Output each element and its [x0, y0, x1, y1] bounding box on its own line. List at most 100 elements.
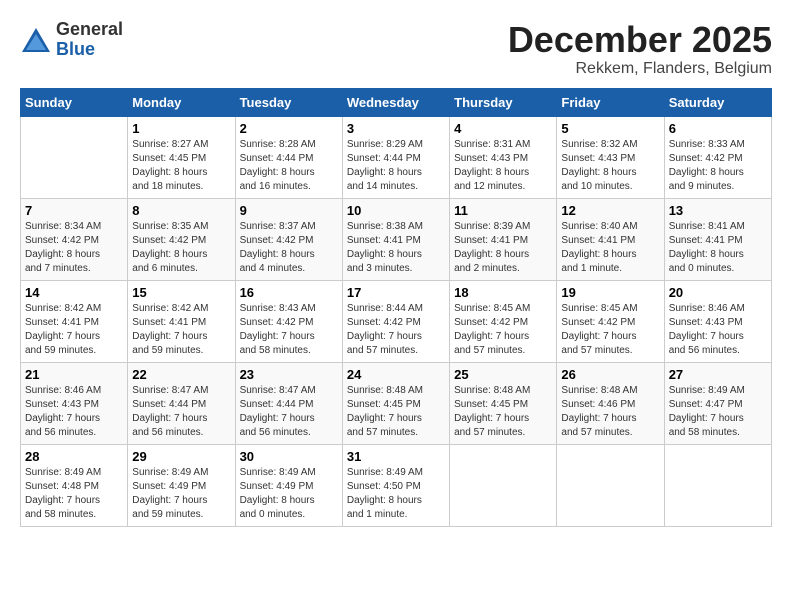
- calendar-cell: 27 Sunrise: 8:49 AM Sunset: 4:47 PM Dayli…: [664, 362, 771, 444]
- day-details: Sunrise: 8:48 AM Sunset: 4:45 PM Dayligh…: [347, 384, 445, 440]
- day-details: Sunrise: 8:47 AM Sunset: 4:44 PM Dayligh…: [240, 384, 338, 440]
- calendar-cell: 31 Sunrise: 8:49 AM Sunset: 4:50 PM Dayli…: [342, 444, 449, 526]
- calendar-cell: 13Sunrise: 8:41 AM Sunset: 4:41 PM Dayli…: [664, 198, 771, 280]
- day-number: 29: [132, 449, 230, 464]
- day-number: 2: [240, 121, 338, 136]
- calendar-cell: 16 Sunrise: 8:43 AM Sunset: 4:42 PM Dayli…: [235, 280, 342, 362]
- day-number: 31: [347, 449, 445, 464]
- day-details: Sunrise: 8:46 AM Sunset: 4:43 PM Dayligh…: [669, 302, 767, 358]
- calendar-table: SundayMondayTuesdayWednesdayThursdayFrid…: [20, 88, 772, 527]
- logo-icon: [20, 26, 52, 54]
- day-number: 13: [669, 203, 767, 218]
- calendar-week-4: 21 Sunrise: 8:46 AM Sunset: 4:43 PM Dayli…: [21, 362, 772, 444]
- calendar-cell: 22 Sunrise: 8:47 AM Sunset: 4:44 PM Dayli…: [128, 362, 235, 444]
- header-day-friday: Friday: [557, 88, 664, 116]
- day-details: Sunrise: 8:42 AM Sunset: 4:41 PM Dayligh…: [132, 302, 230, 358]
- calendar-week-2: 7 Sunrise: 8:34 AM Sunset: 4:42 PM Daylig…: [21, 198, 772, 280]
- day-number: 30: [240, 449, 338, 464]
- calendar-cell: 30Sunrise: 8:49 AM Sunset: 4:49 PM Dayli…: [235, 444, 342, 526]
- header-row: SundayMondayTuesdayWednesdayThursdayFrid…: [21, 88, 772, 116]
- day-number: 27: [669, 367, 767, 382]
- day-number: 8: [132, 203, 230, 218]
- calendar-cell: [21, 116, 128, 198]
- day-details: Sunrise: 8:49 AM Sunset: 4:47 PM Dayligh…: [669, 384, 767, 440]
- day-number: 4: [454, 121, 552, 136]
- day-number: 28: [25, 449, 123, 464]
- calendar-cell: 26Sunrise: 8:48 AM Sunset: 4:46 PM Dayli…: [557, 362, 664, 444]
- calendar-cell: 4 Sunrise: 8:31 AM Sunset: 4:43 PM Daylig…: [450, 116, 557, 198]
- calendar-cell: 7 Sunrise: 8:34 AM Sunset: 4:42 PM Daylig…: [21, 198, 128, 280]
- day-details: Sunrise: 8:45 AM Sunset: 4:42 PM Dayligh…: [454, 302, 552, 358]
- calendar-cell: 9 Sunrise: 8:37 AM Sunset: 4:42 PM Daylig…: [235, 198, 342, 280]
- header-day-thursday: Thursday: [450, 88, 557, 116]
- calendar-cell: 29 Sunrise: 8:49 AM Sunset: 4:49 PM Dayli…: [128, 444, 235, 526]
- logo: General Blue: [20, 20, 123, 60]
- day-details: Sunrise: 8:43 AM Sunset: 4:42 PM Dayligh…: [240, 302, 338, 358]
- header-day-monday: Monday: [128, 88, 235, 116]
- calendar-cell: 14Sunrise: 8:42 AM Sunset: 4:41 PM Dayli…: [21, 280, 128, 362]
- calendar-cell: 20 Sunrise: 8:46 AM Sunset: 4:43 PM Dayli…: [664, 280, 771, 362]
- day-details: Sunrise: 8:35 AM Sunset: 4:42 PM Dayligh…: [132, 220, 230, 276]
- day-number: 24: [347, 367, 445, 382]
- day-details: Sunrise: 8:38 AM Sunset: 4:41 PM Dayligh…: [347, 220, 445, 276]
- day-details: Sunrise: 8:29 AM Sunset: 4:44 PM Dayligh…: [347, 138, 445, 194]
- day-number: 17: [347, 285, 445, 300]
- calendar-cell: 15 Sunrise: 8:42 AM Sunset: 4:41 PM Dayli…: [128, 280, 235, 362]
- day-details: Sunrise: 8:48 AM Sunset: 4:46 PM Dayligh…: [561, 384, 659, 440]
- day-number: 21: [25, 367, 123, 382]
- day-details: Sunrise: 8:37 AM Sunset: 4:42 PM Dayligh…: [240, 220, 338, 276]
- day-number: 6: [669, 121, 767, 136]
- day-details: Sunrise: 8:46 AM Sunset: 4:43 PM Dayligh…: [25, 384, 123, 440]
- day-details: Sunrise: 8:34 AM Sunset: 4:42 PM Dayligh…: [25, 220, 123, 276]
- day-number: 19: [561, 285, 659, 300]
- calendar-cell: 17 Sunrise: 8:44 AM Sunset: 4:42 PM Dayli…: [342, 280, 449, 362]
- logo-blue: Blue: [56, 40, 123, 60]
- day-details: Sunrise: 8:49 AM Sunset: 4:48 PM Dayligh…: [25, 466, 123, 522]
- day-number: 11: [454, 203, 552, 218]
- calendar-cell: 28 Sunrise: 8:49 AM Sunset: 4:48 PM Dayli…: [21, 444, 128, 526]
- calendar-body: 1Sunrise: 8:27 AM Sunset: 4:45 PM Daylig…: [21, 116, 772, 526]
- day-details: Sunrise: 8:49 AM Sunset: 4:50 PM Dayligh…: [347, 466, 445, 522]
- calendar-cell: 2Sunrise: 8:28 AM Sunset: 4:44 PM Daylig…: [235, 116, 342, 198]
- location-subtitle: Rekkem, Flanders, Belgium: [508, 60, 772, 78]
- calendar-cell: 6 Sunrise: 8:33 AM Sunset: 4:42 PM Daylig…: [664, 116, 771, 198]
- day-details: Sunrise: 8:48 AM Sunset: 4:45 PM Dayligh…: [454, 384, 552, 440]
- day-number: 15: [132, 285, 230, 300]
- calendar-cell: 3 Sunrise: 8:29 AM Sunset: 4:44 PM Daylig…: [342, 116, 449, 198]
- day-number: 1: [132, 121, 230, 136]
- day-details: Sunrise: 8:47 AM Sunset: 4:44 PM Dayligh…: [132, 384, 230, 440]
- calendar-cell: [557, 444, 664, 526]
- day-number: 20: [669, 285, 767, 300]
- header-day-saturday: Saturday: [664, 88, 771, 116]
- day-details: Sunrise: 8:32 AM Sunset: 4:43 PM Dayligh…: [561, 138, 659, 194]
- calendar-week-5: 28 Sunrise: 8:49 AM Sunset: 4:48 PM Dayli…: [21, 444, 772, 526]
- day-number: 9: [240, 203, 338, 218]
- day-number: 7: [25, 203, 123, 218]
- calendar-week-3: 14Sunrise: 8:42 AM Sunset: 4:41 PM Dayli…: [21, 280, 772, 362]
- day-details: Sunrise: 8:42 AM Sunset: 4:41 PM Dayligh…: [25, 302, 123, 358]
- header-day-wednesday: Wednesday: [342, 88, 449, 116]
- day-details: Sunrise: 8:49 AM Sunset: 4:49 PM Dayligh…: [132, 466, 230, 522]
- day-number: 16: [240, 285, 338, 300]
- header-day-sunday: Sunday: [21, 88, 128, 116]
- header-day-tuesday: Tuesday: [235, 88, 342, 116]
- day-number: 5: [561, 121, 659, 136]
- calendar-cell: 24 Sunrise: 8:48 AM Sunset: 4:45 PM Dayli…: [342, 362, 449, 444]
- calendar-cell: 18Sunrise: 8:45 AM Sunset: 4:42 PM Dayli…: [450, 280, 557, 362]
- logo-text: General Blue: [56, 20, 123, 60]
- day-number: 10: [347, 203, 445, 218]
- day-details: Sunrise: 8:45 AM Sunset: 4:42 PM Dayligh…: [561, 302, 659, 358]
- calendar-cell: 5 Sunrise: 8:32 AM Sunset: 4:43 PM Daylig…: [557, 116, 664, 198]
- day-details: Sunrise: 8:31 AM Sunset: 4:43 PM Dayligh…: [454, 138, 552, 194]
- calendar-cell: 25 Sunrise: 8:48 AM Sunset: 4:45 PM Dayli…: [450, 362, 557, 444]
- day-number: 25: [454, 367, 552, 382]
- calendar-cell: 12Sunrise: 8:40 AM Sunset: 4:41 PM Dayli…: [557, 198, 664, 280]
- calendar-week-1: 1Sunrise: 8:27 AM Sunset: 4:45 PM Daylig…: [21, 116, 772, 198]
- calendar-cell: 21 Sunrise: 8:46 AM Sunset: 4:43 PM Dayli…: [21, 362, 128, 444]
- day-number: 22: [132, 367, 230, 382]
- day-details: Sunrise: 8:33 AM Sunset: 4:42 PM Dayligh…: [669, 138, 767, 194]
- day-details: Sunrise: 8:44 AM Sunset: 4:42 PM Dayligh…: [347, 302, 445, 358]
- calendar-cell: 19 Sunrise: 8:45 AM Sunset: 4:42 PM Dayli…: [557, 280, 664, 362]
- day-number: 3: [347, 121, 445, 136]
- day-number: 12: [561, 203, 659, 218]
